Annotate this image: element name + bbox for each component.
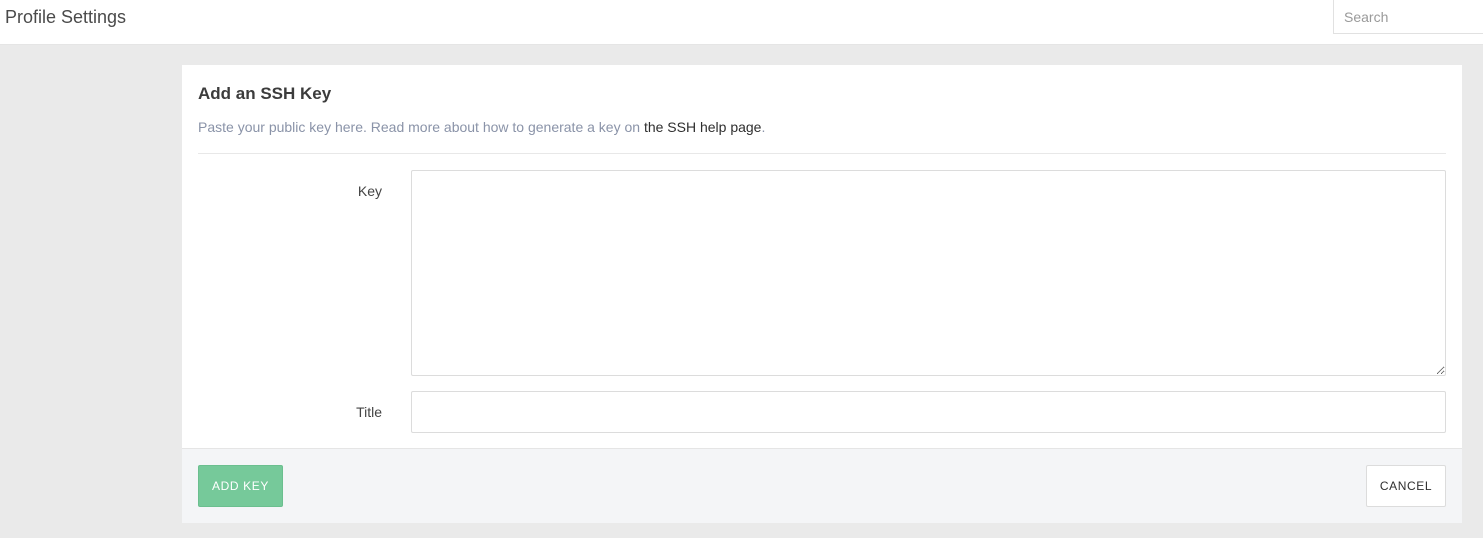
cancel-button[interactable]: CANCEL: [1366, 465, 1446, 507]
title-label: Title: [356, 404, 382, 420]
add-key-button[interactable]: ADD KEY: [198, 465, 283, 507]
key-label: Key: [357, 183, 382, 199]
panel-footer: ADD KEY CANCEL: [182, 448, 1462, 523]
add-ssh-key-panel: Add an SSH Key Paste your public key her…: [182, 65, 1462, 523]
top-bar: Profile Settings: [0, 0, 1483, 45]
divider: [198, 153, 1446, 154]
title-input[interactable]: [411, 391, 1446, 433]
help-suffix: .: [761, 119, 766, 135]
page-title: Profile Settings: [5, 7, 127, 27]
key-textarea[interactable]: [411, 170, 1446, 376]
panel-heading: Add an SSH Key: [198, 84, 332, 103]
ssh-help-link[interactable]: the SSH help page: [644, 119, 762, 135]
panel-help-text: Paste your public key here. Read more ab…: [198, 118, 765, 136]
search-input[interactable]: [1333, 0, 1483, 34]
help-text: Paste your public key here. Read more ab…: [198, 119, 644, 135]
